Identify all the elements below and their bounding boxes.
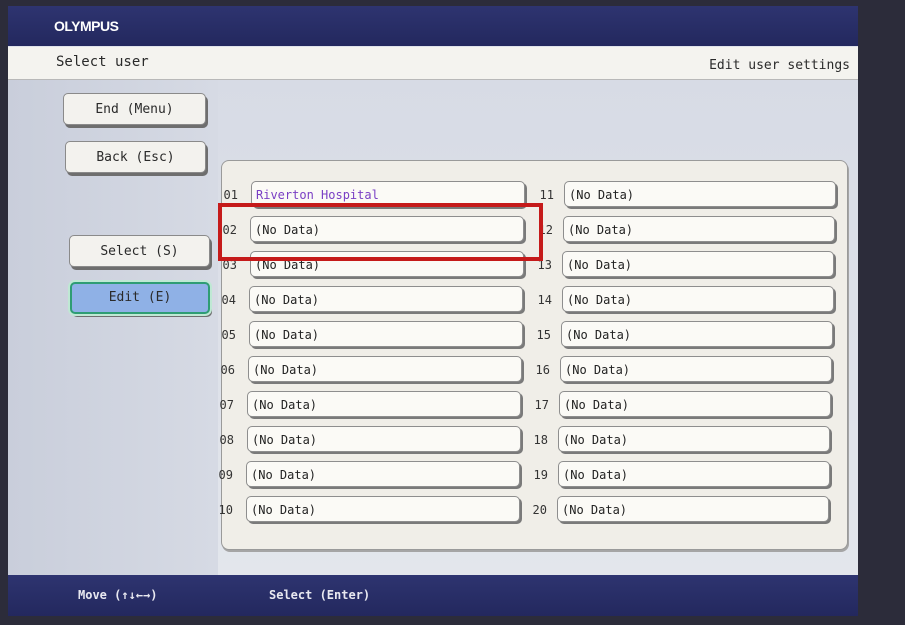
slot-number: 19 — [533, 468, 548, 482]
user-slot-19[interactable]: (No Data) — [558, 461, 830, 487]
select-s-button[interactable]: Select (S) — [69, 235, 210, 267]
slot-number: 15 — [536, 328, 551, 342]
back-esc-button[interactable]: Back (Esc) — [65, 141, 206, 173]
user-slot-09[interactable]: (No Data) — [246, 461, 520, 487]
user-slot-16[interactable]: (No Data) — [560, 356, 832, 382]
edit-e-button[interactable]: Edit (E) — [70, 282, 210, 314]
end-menu-button[interactable]: End (Menu) — [63, 93, 206, 125]
user-slot-11[interactable]: (No Data) — [564, 181, 836, 207]
slot-number: 10 — [218, 503, 233, 517]
monitor-screen: OLYMPUS Select user Edit user settings E… — [8, 6, 858, 616]
page-title: Select user — [56, 54, 149, 70]
slot-number: 04 — [221, 293, 236, 307]
slot-number: 14 — [537, 293, 552, 307]
user-slot-12[interactable]: (No Data) — [563, 216, 835, 242]
user-slot-15[interactable]: (No Data) — [561, 321, 833, 347]
slot-number: 05 — [221, 328, 236, 342]
user-slot-08[interactable]: (No Data) — [247, 426, 521, 452]
slot-number: 06 — [220, 363, 235, 377]
user-slot-10[interactable]: (No Data) — [246, 496, 520, 522]
help-bar: Move (↑↓←→) Select (Enter) — [8, 575, 858, 616]
slot-number: 11 — [539, 188, 554, 202]
user-slot-18[interactable]: (No Data) — [558, 426, 830, 452]
olympus-logo: OLYMPUS — [54, 18, 119, 34]
user-slot-20[interactable]: (No Data) — [557, 496, 829, 522]
user-slot-06[interactable]: (No Data) — [248, 356, 522, 382]
user-slot-13[interactable]: (No Data) — [562, 251, 834, 277]
brand-bar: OLYMPUS — [8, 6, 858, 46]
slot-number: 01 — [223, 188, 238, 202]
slot-number: 18 — [533, 433, 548, 447]
slot-number: 07 — [219, 398, 234, 412]
title-bar: Select user Edit user settings — [8, 47, 858, 80]
user-slot-05[interactable]: (No Data) — [249, 321, 523, 347]
slot-number: 16 — [535, 363, 550, 377]
slot-number: 08 — [219, 433, 234, 447]
user-slot-04[interactable]: (No Data) — [249, 286, 523, 312]
selection-highlight — [218, 203, 543, 261]
mode-label: Edit user settings — [709, 58, 850, 73]
user-slot-17[interactable]: (No Data) — [559, 391, 831, 417]
slot-number: 17 — [534, 398, 549, 412]
slot-number: 09 — [218, 468, 233, 482]
slot-number: 20 — [532, 503, 547, 517]
user-slot-14[interactable]: (No Data) — [562, 286, 834, 312]
select-hint: Select (Enter) — [269, 588, 371, 602]
user-slot-07[interactable]: (No Data) — [247, 391, 521, 417]
move-hint: Move (↑↓←→) — [78, 588, 158, 602]
